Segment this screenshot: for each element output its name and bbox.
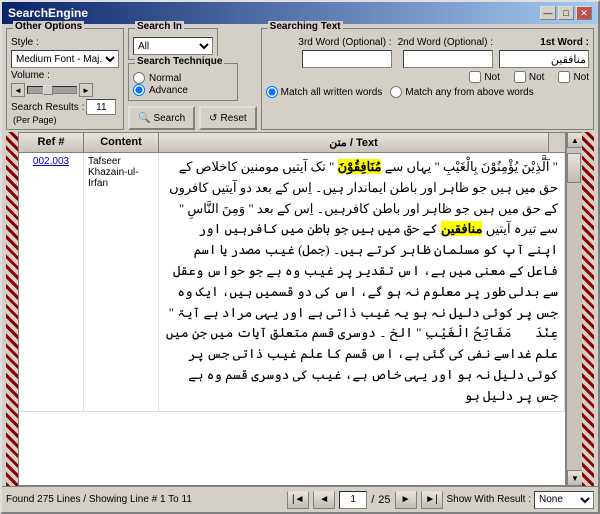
scroll-down-arrow[interactable]: ▼	[567, 470, 583, 486]
match-any-radio[interactable]	[390, 86, 402, 98]
page-total: 25	[378, 494, 390, 506]
not2-label: Not	[529, 72, 545, 83]
search-results-label: Search Results :	[11, 102, 84, 113]
status-text: Found 275 Lines / Showing Line # 1 To 11	[6, 494, 283, 505]
show-result-select[interactable]: None	[534, 491, 594, 509]
highlighted-word: مُنَافِقُوْنَ	[338, 159, 382, 174]
normal-label: Normal	[149, 73, 181, 84]
not2-row: Not	[514, 71, 545, 83]
search-technique-group: Search Technique Normal Advance	[128, 63, 238, 101]
highlighted-word2: منافقین	[441, 221, 482, 236]
advance-radio[interactable]	[133, 84, 145, 96]
status-bar: Found 275 Lines / Showing Line # 1 To 11…	[2, 486, 598, 512]
word1-col: 1st Word :	[499, 37, 589, 68]
vertical-scrollbar[interactable]: ▲ ▼	[566, 132, 582, 486]
per-page-label: (Per Page)	[11, 115, 119, 125]
search-technique-label: Search Technique	[135, 56, 224, 67]
not1-checkbox[interactable]	[558, 71, 570, 83]
word1-label: 1st Word :	[540, 37, 589, 48]
other-options-label: Other Options	[13, 21, 84, 32]
not3-row: Not	[469, 71, 500, 83]
not2-checkbox[interactable]	[514, 71, 526, 83]
close-button[interactable]: ✕	[576, 6, 592, 20]
scroll-thumb[interactable]	[567, 153, 581, 183]
word3-col: 3rd Word (Optional) :	[298, 37, 391, 68]
right-border-decor	[582, 132, 594, 486]
normal-radio[interactable]	[133, 72, 145, 84]
col-header-ref: Ref #	[19, 133, 84, 152]
search-in-select[interactable]: All	[133, 37, 213, 55]
cell-ref[interactable]: 002.003	[19, 153, 84, 411]
show-result-row: Show With Result : None	[447, 491, 594, 509]
match-all-radio[interactable]	[266, 86, 278, 98]
results-table: Ref # Content متن / Text 002.003 Tafseer…	[18, 132, 566, 486]
volume-down-icon[interactable]: ◄	[11, 83, 25, 97]
volume-up-icon[interactable]: ►	[79, 83, 93, 97]
not1-row: Not	[558, 71, 589, 83]
not3-checkbox[interactable]	[469, 71, 481, 83]
style-label: Style :	[11, 37, 39, 48]
search-in-area: Search In All Search Technique Normal	[128, 28, 257, 130]
title-bar-buttons: — □ ✕	[540, 6, 592, 20]
minimize-button[interactable]: —	[540, 6, 556, 20]
action-buttons: 🔍 Search ↺ Reset	[128, 106, 257, 130]
match-all-option: Match all written words	[266, 86, 383, 98]
page-number-input[interactable]: 1	[339, 491, 367, 509]
not3-label: Not	[484, 72, 500, 83]
reset-button[interactable]: ↺ Reset	[199, 106, 257, 130]
not1-label: Not	[573, 72, 589, 83]
style-select[interactable]: Medium Font - Maj...	[11, 50, 119, 68]
window-title: SearchEngine	[8, 6, 88, 20]
last-page-button[interactable]: ►|	[421, 491, 443, 509]
col-header-content: Content	[84, 133, 159, 152]
word1-input[interactable]	[499, 50, 589, 68]
next-page-button[interactable]: ►	[395, 491, 417, 509]
word3-label: 3rd Word (Optional) :	[298, 37, 391, 48]
prev-page-button[interactable]: ◄	[313, 491, 335, 509]
search-icon: 🔍	[138, 113, 150, 124]
match-any-label: Match any from above words	[405, 87, 533, 98]
word3-input[interactable]	[302, 50, 392, 68]
results-per-page-input[interactable]: 11	[86, 99, 116, 115]
search-in-label: Search In	[135, 21, 184, 32]
match-row: Match all written words Match any from a…	[266, 86, 589, 98]
content-area: Ref # Content متن / Text 002.003 Tafseer…	[2, 132, 598, 486]
advance-label: Advance	[149, 85, 188, 96]
left-border-decor	[6, 132, 18, 486]
volume-slider[interactable]	[27, 86, 77, 94]
match-all-label: Match all written words	[281, 87, 383, 98]
volume-label: Volume :	[11, 70, 50, 81]
table-header: Ref # Content متن / Text	[19, 133, 565, 153]
table-body[interactable]: 002.003 Tafseer Khazain-ul-Irfan " آلَّذ…	[19, 153, 565, 485]
word2-col: 2nd Word (Optional) :	[398, 37, 493, 68]
main-window: SearchEngine — □ ✕ Other Options Style :…	[0, 0, 600, 514]
first-page-button[interactable]: |◄	[287, 491, 309, 509]
reset-icon: ↺	[209, 113, 217, 124]
searching-text-group: Searching Text 1st Word : 2nd Word (Opti…	[261, 28, 594, 130]
controls-area: Other Options Style : Medium Font - Maj.…	[2, 24, 598, 132]
other-options-group: Other Options Style : Medium Font - Maj.…	[6, 28, 124, 130]
maximize-button[interactable]: □	[558, 6, 574, 20]
show-result-label: Show With Result :	[447, 494, 531, 505]
cell-content: Tafseer Khazain-ul-Irfan	[84, 153, 159, 411]
word2-label: 2nd Word (Optional) :	[398, 37, 493, 48]
page-separator: /	[371, 494, 374, 506]
scroll-track[interactable]	[567, 148, 582, 470]
table-row: 002.003 Tafseer Khazain-ul-Irfan " آلَّذ…	[19, 153, 565, 412]
search-button[interactable]: 🔍 Search	[128, 106, 195, 130]
scroll-up-arrow[interactable]: ▲	[567, 132, 583, 148]
searching-text-label: Searching Text	[268, 21, 343, 32]
col-header-text: متن / Text	[159, 133, 549, 152]
word2-input[interactable]	[403, 50, 493, 68]
cell-text: " آلَّذِیْنَ یُؤْمِنُوْنَ بِالْغَیْبِ " …	[159, 153, 565, 411]
match-any-option: Match any from above words	[390, 86, 533, 98]
